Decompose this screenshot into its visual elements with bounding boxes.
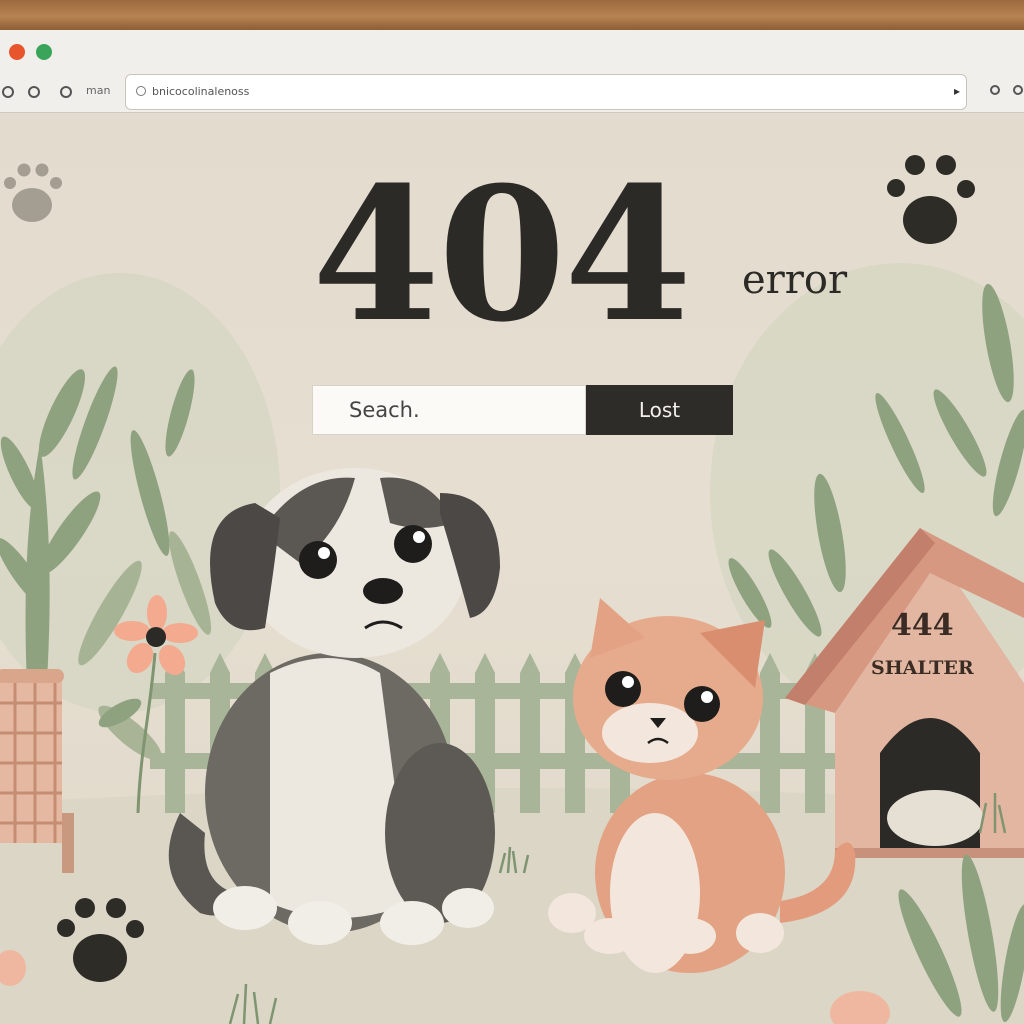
kennel-sign-number: 444 [891, 608, 954, 643]
nav-label: man [86, 84, 111, 97]
address-bar[interactable]: bnicocolinalenoss ▸ [125, 74, 967, 110]
paw-print-top-left [4, 163, 62, 222]
kennel-sign-label: SHALTER [871, 657, 974, 679]
reload-icon[interactable] [60, 86, 72, 98]
back-icon[interactable] [2, 86, 14, 98]
menu-icon[interactable] [1013, 85, 1023, 95]
woven-basket [0, 669, 74, 873]
lost-button[interactable]: Lost [586, 385, 733, 435]
error-code-title: 404 [312, 147, 692, 363]
close-window-dot[interactable] [9, 44, 25, 60]
url-text[interactable]: bnicocolinalenoss [152, 85, 249, 98]
forward-icon[interactable] [28, 86, 40, 98]
play-icon[interactable]: ▸ [954, 84, 960, 98]
browser-chrome: man bnicocolinalenoss ▸ [0, 30, 1024, 113]
settings-icon[interactable] [990, 85, 1000, 95]
maximize-window-dot[interactable] [36, 44, 52, 60]
site-icon [136, 86, 146, 96]
paw-print-top-right [887, 155, 975, 244]
error-subtitle: error [742, 257, 848, 303]
search-input[interactable]: Seach. [312, 385, 586, 435]
wooden-frame-top [0, 0, 1024, 30]
page-content: 404 error Seach. Lost 444 SHALTER [0, 113, 1024, 1024]
